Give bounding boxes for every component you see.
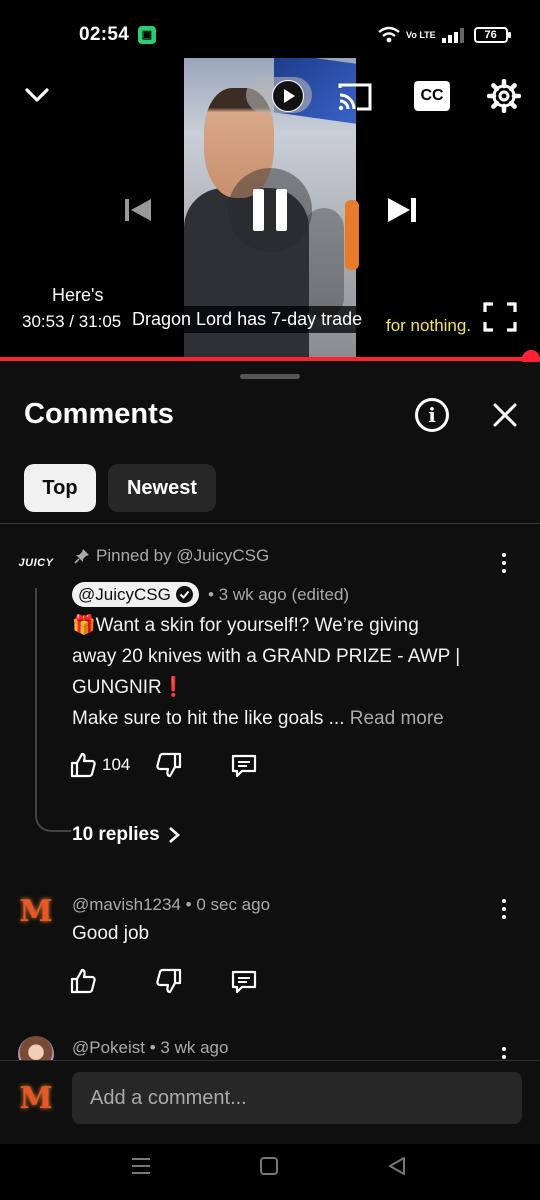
battery-indicator: 76 (473, 27, 511, 43)
thread-line (35, 588, 71, 832)
info-button[interactable]: i (415, 398, 449, 432)
comment-menu-button[interactable] (492, 546, 516, 580)
back-triangle-icon (389, 1157, 405, 1175)
autoplay-icon (273, 81, 303, 111)
filter-top-chip[interactable]: Top (24, 464, 96, 512)
video-time: 30:53 / 31:05 (22, 312, 122, 331)
read-more-link[interactable]: Read more (350, 708, 444, 729)
more-vert-icon (502, 553, 506, 557)
more-vert-icon (502, 1047, 506, 1051)
reply-icon (231, 970, 257, 994)
comment-text: 🎁Want a skin for yourself!? We’re giving… (72, 610, 512, 734)
thumb-up-icon (70, 968, 96, 994)
pin-icon (74, 549, 89, 564)
pause-icon (253, 189, 287, 231)
home-button[interactable] (256, 1154, 282, 1178)
fullscreen-button[interactable] (482, 300, 518, 334)
verified-check-icon (175, 586, 193, 603)
recents-button[interactable] (128, 1154, 154, 1178)
dislike-button[interactable] (156, 968, 182, 994)
filter-newest-chip[interactable]: Newest (108, 464, 216, 512)
comment-author-meta: @Pokeist • 3 wk ago (72, 1038, 229, 1057)
cast-button[interactable] (336, 80, 374, 114)
caption-line: Here's (52, 285, 104, 305)
view-replies-button[interactable]: 10 replies (72, 824, 180, 846)
comment-meta: • 3 wk ago (edited) (208, 585, 350, 604)
reply-icon (231, 754, 257, 778)
like-button[interactable]: 104 (70, 752, 130, 778)
app-notification-icon: ▣ (138, 26, 156, 44)
captions-button[interactable]: CC (414, 81, 450, 111)
avatar[interactable]: JUICY (14, 548, 58, 578)
close-icon (493, 403, 517, 427)
wifi-icon (378, 26, 400, 43)
avatar: M (19, 1080, 53, 1116)
chevron-right-icon (168, 827, 180, 843)
status-time: 02:54 (79, 24, 130, 45)
dislike-button[interactable] (156, 752, 182, 778)
autoplay-knob[interactable] (272, 80, 304, 112)
home-square-icon (260, 1157, 278, 1175)
signal-icon (441, 28, 464, 43)
comment-text: Good job (72, 923, 150, 944)
more-vert-icon (502, 899, 506, 903)
play-pause-button[interactable] (228, 168, 312, 252)
next-icon (388, 198, 416, 222)
comment-line: 🎁Want a skin for yourself!? We’re giving (72, 615, 419, 636)
previous-video-button[interactable] (118, 190, 158, 230)
fullscreen-icon (483, 302, 517, 332)
reply-button[interactable] (230, 752, 258, 780)
like-button[interactable] (70, 968, 96, 994)
cast-icon (338, 83, 372, 111)
orange-figure (345, 200, 359, 270)
author-chip[interactable]: @JuicyCSG (72, 582, 199, 607)
wall-shadow (304, 208, 344, 318)
pinned-label: Pinned by @JuicyCSG (74, 546, 269, 566)
replies-label: 10 replies (72, 824, 160, 845)
comment-menu-button[interactable] (492, 892, 516, 926)
comment-author-meta: @mavish1234 • 0 sec ago (72, 895, 271, 914)
comment-line: away 20 knives with a GRAND PRIZE - AWP … (72, 646, 461, 667)
reply-button[interactable] (230, 968, 258, 996)
comment-line: GUNGNIR❗ (72, 677, 186, 698)
like-count: 104 (102, 755, 131, 774)
thumb-down-icon (156, 752, 182, 778)
comment-author: @JuicyCSG (78, 584, 171, 604)
settings-gear-icon (487, 79, 521, 113)
divider (0, 523, 540, 524)
comments-title: Comments (24, 398, 174, 430)
back-button[interactable] (384, 1154, 410, 1178)
thumb-down-icon (156, 968, 182, 994)
previous-icon (125, 199, 151, 221)
drag-handle[interactable] (240, 374, 300, 379)
caption-tail: for nothing. (382, 314, 476, 338)
comment-line: Make sure to hit the like goals ... Read… (72, 708, 444, 729)
collapse-player-button[interactable] (20, 80, 54, 110)
settings-button[interactable] (486, 78, 522, 114)
status-indicators: Vo LTE 76 (378, 22, 511, 48)
network-label: Vo LTE (406, 29, 436, 40)
close-button[interactable] (488, 398, 522, 432)
menu-icon (132, 1158, 150, 1174)
comment-input[interactable]: Add a comment... (72, 1072, 522, 1124)
avatar[interactable]: M (19, 894, 53, 929)
thumb-up-icon (70, 752, 96, 778)
pinned-text: Pinned by @JuicyCSG (96, 546, 270, 565)
next-video-button[interactable] (380, 188, 424, 232)
video-progress-bar[interactable] (0, 357, 540, 361)
collapse-chevron-icon (25, 88, 49, 102)
caption-main: Dragon Lord has 7-day trade (126, 306, 369, 333)
